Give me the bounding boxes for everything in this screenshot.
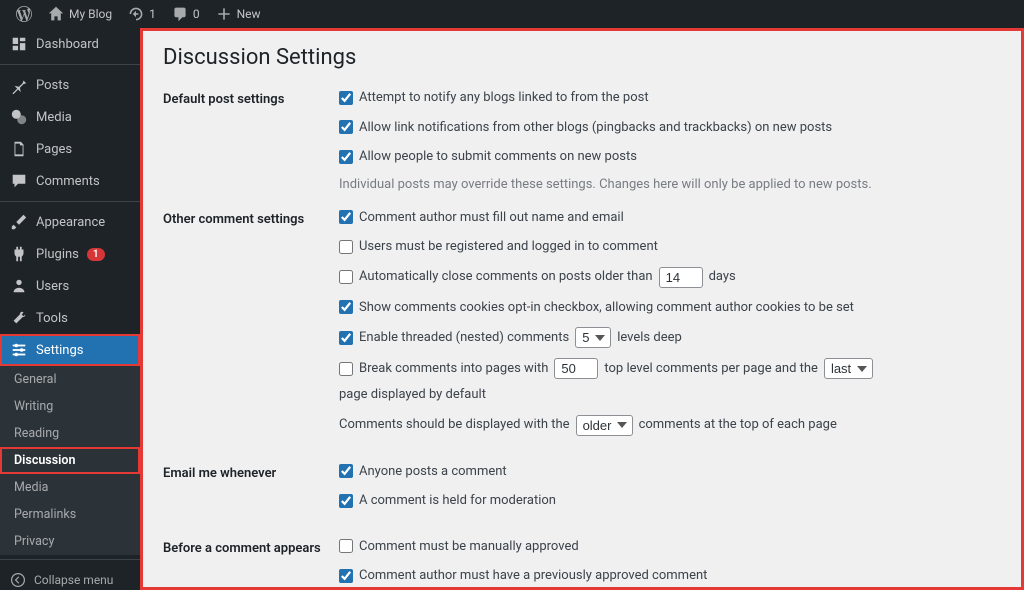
input-autoclose-days[interactable]: [659, 267, 703, 288]
settings-submenu: General Writing Reading Discussion Media…: [0, 366, 140, 555]
settings-icon: [10, 341, 28, 359]
brush-icon: [10, 213, 28, 231]
checkbox-pingbacks[interactable]: [339, 120, 353, 134]
checkbox-autoclose[interactable]: [339, 270, 353, 284]
pin-icon: [10, 76, 28, 94]
site-name: My Blog: [69, 7, 112, 21]
section-label: Other comment settings: [163, 208, 339, 446]
collapse-menu[interactable]: Collapse menu: [0, 564, 140, 590]
dashboard-icon: [10, 35, 28, 53]
menu-users[interactable]: Users: [0, 270, 140, 302]
checkbox-notify-blogs[interactable]: [339, 91, 353, 105]
section-email: Email me whenever Anyone posts a comment…: [163, 462, 1001, 521]
checkbox-threaded[interactable]: [339, 331, 353, 345]
wordpress-icon: [16, 6, 32, 22]
menu-separator: [0, 559, 140, 560]
new-content-menu[interactable]: New: [208, 6, 269, 22]
select-comment-order[interactable]: older: [576, 415, 633, 436]
checkbox-email-moderation[interactable]: [339, 494, 353, 508]
wp-logo-menu[interactable]: [8, 6, 40, 22]
submenu-reading[interactable]: Reading: [0, 420, 140, 447]
updates-count: 1: [149, 7, 156, 21]
comments-count: 0: [193, 7, 200, 21]
checkbox-cookies[interactable]: [339, 300, 353, 314]
submenu-media[interactable]: Media: [0, 474, 140, 501]
new-label: New: [237, 7, 261, 21]
select-thread-levels[interactable]: 5: [575, 327, 611, 348]
menu-comments[interactable]: Comments: [0, 165, 140, 197]
input-paginate-count[interactable]: [554, 358, 598, 379]
updates-menu[interactable]: 1: [120, 6, 164, 22]
checkbox-paginate[interactable]: [339, 362, 353, 376]
comments-menu[interactable]: 0: [164, 6, 208, 22]
plugin-icon: [10, 245, 28, 263]
page-title: Discussion Settings: [163, 45, 1001, 70]
site-name-menu[interactable]: My Blog: [40, 6, 120, 22]
checkbox-email-anyone[interactable]: [339, 464, 353, 478]
menu-media[interactable]: Media: [0, 101, 140, 133]
checkbox-allow-comments[interactable]: [339, 150, 353, 164]
checkbox-name-email[interactable]: [339, 210, 353, 224]
section-other-settings: Other comment settings Comment author mu…: [163, 208, 1001, 446]
section-note: Individual posts may override these sett…: [339, 177, 1001, 192]
collapse-icon: [10, 572, 26, 588]
tools-icon: [10, 309, 28, 327]
users-icon: [10, 277, 28, 295]
section-label: Email me whenever: [163, 462, 339, 521]
menu-separator: [0, 64, 140, 65]
checkbox-previously-approved[interactable]: [339, 569, 353, 583]
submenu-general[interactable]: General: [0, 366, 140, 393]
menu-appearance[interactable]: Appearance: [0, 206, 140, 238]
menu-posts[interactable]: Posts: [0, 69, 140, 101]
page-icon: [10, 140, 28, 158]
section-default-post: Default post settings Attempt to notify …: [163, 88, 1001, 192]
content-highlight-box: Discussion Settings Default post setting…: [140, 28, 1024, 590]
submenu-permalinks[interactable]: Permalinks: [0, 501, 140, 528]
home-icon: [48, 6, 64, 22]
plugins-badge: 1: [87, 248, 105, 261]
menu-pages[interactable]: Pages: [0, 133, 140, 165]
menu-plugins[interactable]: Plugins 1: [0, 238, 140, 270]
admin-sidebar: Dashboard Posts Media Pages Comments App…: [0, 28, 140, 590]
content-area: Discussion Settings Default post setting…: [140, 28, 1024, 590]
update-icon: [128, 6, 144, 22]
select-paginate-default[interactable]: last: [824, 358, 873, 379]
menu-tools[interactable]: Tools: [0, 302, 140, 334]
comment-icon: [172, 6, 188, 22]
section-before-appears: Before a comment appears Comment must be…: [163, 537, 1001, 590]
submenu-discussion[interactable]: Discussion: [0, 447, 140, 474]
menu-settings[interactable]: Settings: [0, 334, 140, 366]
media-icon: [10, 108, 28, 126]
plus-icon: [216, 6, 232, 22]
section-label: Default post settings: [163, 88, 339, 192]
checkbox-manual-approve[interactable]: [339, 539, 353, 553]
submenu-writing[interactable]: Writing: [0, 393, 140, 420]
comments-icon: [10, 172, 28, 190]
checkbox-registered[interactable]: [339, 240, 353, 254]
menu-separator: [0, 201, 140, 202]
section-label: Before a comment appears: [163, 537, 339, 590]
submenu-privacy[interactable]: Privacy: [0, 528, 140, 555]
admin-bar: My Blog 1 0 New: [0, 0, 1024, 28]
menu-dashboard[interactable]: Dashboard: [0, 28, 140, 60]
